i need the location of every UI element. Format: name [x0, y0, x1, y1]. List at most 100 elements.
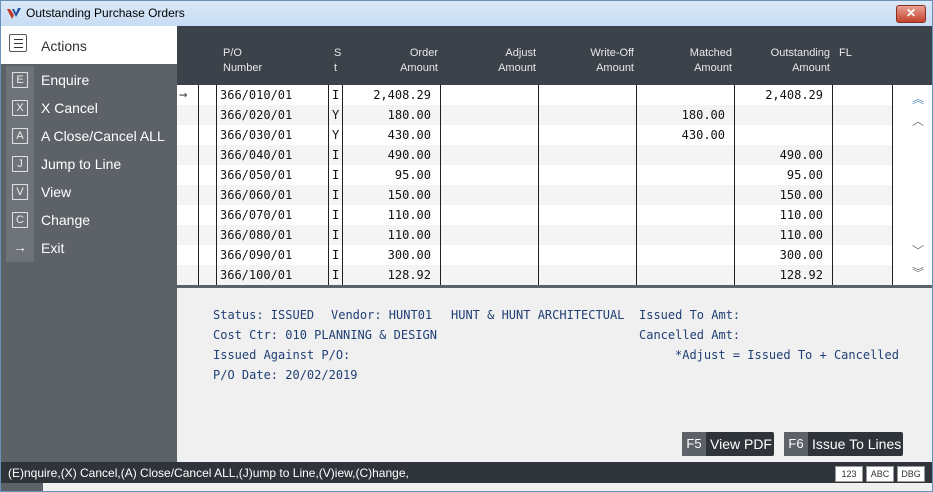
outstanding-amount-cell: 128.92 [779, 268, 823, 282]
issue-to-lines-button[interactable]: F6 Issue To Lines [784, 432, 903, 456]
order-amount-cell: 430.00 [387, 128, 431, 142]
menu-item-enquire[interactable]: E Enquire [1, 66, 177, 94]
chevron-down-icon[interactable]: ﹀ [909, 242, 927, 259]
cancelled-amount-label: Cancelled Amt: [639, 328, 741, 342]
bottom-strip-accent [1, 483, 43, 491]
table-row[interactable]: 366/070/01 I 110.00 110.00 [177, 205, 892, 225]
writeoff-amount-cell [538, 145, 627, 165]
actions-title: Actions [41, 38, 87, 54]
menu-item-jump-to-line[interactable]: J Jump to Line [1, 150, 177, 178]
caps-mode-badge[interactable]: ABC [866, 466, 894, 482]
outstanding-amount-cell: 2,408.29 [765, 88, 823, 102]
table-row[interactable]: 366/020/01 Y 180.00 180.00 [177, 105, 892, 125]
grid-header: P/O Number S t Order Amount Adjust Amoun… [177, 26, 932, 85]
order-amount-cell: 110.00 [387, 228, 431, 242]
key-x-icon: X [12, 100, 28, 116]
status-cell: I [332, 208, 340, 222]
table-row[interactable]: 366/090/01 I 300.00 300.00 [177, 245, 892, 265]
outstanding-amount-cell: 110.00 [779, 208, 823, 222]
issued-against-po-label: Issued Against P/O: [213, 348, 351, 362]
writeoff-amount-cell [538, 185, 627, 205]
column-header-status[interactable]: S t [334, 46, 341, 76]
close-button[interactable]: ✕ [896, 5, 926, 23]
actions-header[interactable]: Actions [1, 26, 177, 64]
status-cell: I [332, 88, 340, 102]
writeoff-amount-cell [538, 245, 627, 265]
writeoff-amount-cell [538, 165, 627, 185]
menu-label: Jump to Line [41, 156, 122, 172]
matched-amount-cell: 430.00 [681, 128, 725, 142]
hamburger-icon[interactable] [9, 34, 27, 52]
po-number-cell: 366/090/01 [220, 248, 293, 262]
table-row[interactable]: 366/060/01 I 150.00 150.00 [177, 185, 892, 205]
adjust-amount-cell [440, 85, 529, 105]
table-row[interactable]: 366/030/01 Y 430.00 430.00 [177, 125, 892, 145]
writeoff-amount-cell [538, 225, 627, 245]
menu-item-change[interactable]: C Change [1, 206, 177, 234]
order-amount-cell: 110.00 [387, 208, 431, 222]
po-number-cell: 366/010/01 [220, 88, 293, 102]
adjust-amount-cell [440, 205, 529, 225]
table-row[interactable]: 366/080/01 I 110.00 110.00 [177, 225, 892, 245]
menu-item-exit[interactable]: → Exit [1, 234, 177, 262]
menu-item-cancel[interactable]: X X Cancel [1, 94, 177, 122]
purchase-orders-grid: → 366/010/01 I 2,408.29 2,408.29 366/020… [177, 85, 932, 285]
adjust-amount-cell [440, 265, 529, 285]
adjust-amount-cell [440, 165, 529, 185]
page-down-icon[interactable]: ︾ [909, 264, 927, 281]
column-header-matched-amount[interactable]: Matched Amount [641, 46, 732, 76]
writeoff-amount-cell [538, 205, 627, 225]
table-row[interactable]: 366/010/01 I 2,408.29 2,408.29 [177, 85, 892, 105]
table-row[interactable]: 366/050/01 I 95.00 95.00 [177, 165, 892, 185]
adjust-amount-cell [440, 105, 529, 125]
view-pdf-label: View PDF [710, 436, 772, 452]
numeric-mode-badge[interactable]: 123 [835, 466, 863, 482]
menu-item-close-cancel-all[interactable]: A A Close/Cancel ALL [1, 122, 177, 150]
issue-to-lines-label: Issue To Lines [812, 436, 902, 452]
column-divider [198, 85, 199, 285]
status-cell: I [332, 268, 340, 282]
status-bar-text: (E)nquire,(X) Cancel,(A) Close/Cancel AL… [8, 466, 409, 480]
order-amount-cell: 300.00 [387, 248, 431, 262]
matched-amount-cell [636, 145, 725, 165]
status-cell: I [332, 188, 340, 202]
column-header-order-amount[interactable]: Order Amount [347, 46, 438, 76]
order-amount-cell: 2,408.29 [373, 88, 431, 102]
menu-label: X Cancel [41, 100, 98, 116]
chevron-up-icon[interactable]: ︿ [909, 112, 927, 129]
menu-label: Change [41, 212, 91, 228]
po-number-cell: 366/060/01 [220, 188, 293, 202]
app-logo-icon [7, 8, 21, 19]
outstanding-amount-cell: 110.00 [779, 228, 823, 242]
menu-label: View [41, 184, 72, 200]
order-amount-cell: 150.00 [387, 188, 431, 202]
table-row[interactable]: 366/100/01 I 128.92 128.92 [177, 265, 892, 285]
title-bar: Outstanding Purchase Orders ✕ [1, 1, 932, 26]
column-header-outstanding-amount[interactable]: Outstanding Amount [739, 46, 830, 76]
window-title: Outstanding Purchase Orders [26, 6, 185, 20]
table-row[interactable]: 366/040/01 I 490.00 490.00 [177, 145, 892, 165]
order-amount-cell: 490.00 [387, 148, 431, 162]
vendor-name: HUNT & HUNT ARCHITECTUAL [451, 308, 625, 322]
page-up-icon[interactable]: ︽ [909, 90, 927, 107]
view-pdf-button[interactable]: F5 View PDF [682, 432, 774, 456]
po-number-cell: 366/050/01 [220, 168, 293, 182]
column-divider [328, 85, 329, 285]
menu-item-view[interactable]: V View [1, 178, 177, 206]
cost-centre-text: Cost Ctr: 010 PLANNING & DESIGN [213, 328, 437, 342]
column-header-fl[interactable]: FL [839, 46, 852, 61]
status-cell: Y [332, 128, 340, 142]
column-header-po-number[interactable]: P/O Number [223, 46, 262, 76]
column-header-writeoff-amount[interactable]: Write-Off Amount [543, 46, 634, 76]
writeoff-amount-cell [538, 265, 627, 285]
bottom-strip [1, 483, 932, 491]
matched-amount-cell [636, 85, 725, 105]
column-header-adjust-amount[interactable]: Adjust Amount [445, 46, 536, 76]
key-j-icon: J [12, 156, 28, 172]
debug-mode-badge[interactable]: DBG [897, 466, 925, 482]
column-divider [734, 85, 735, 285]
key-v-icon: V [12, 184, 28, 200]
adjust-note: *Adjust = Issued To + Cancelled [675, 348, 899, 362]
writeoff-amount-cell [538, 105, 627, 125]
vendor-text: Vendor: HUNT01 [331, 308, 433, 322]
